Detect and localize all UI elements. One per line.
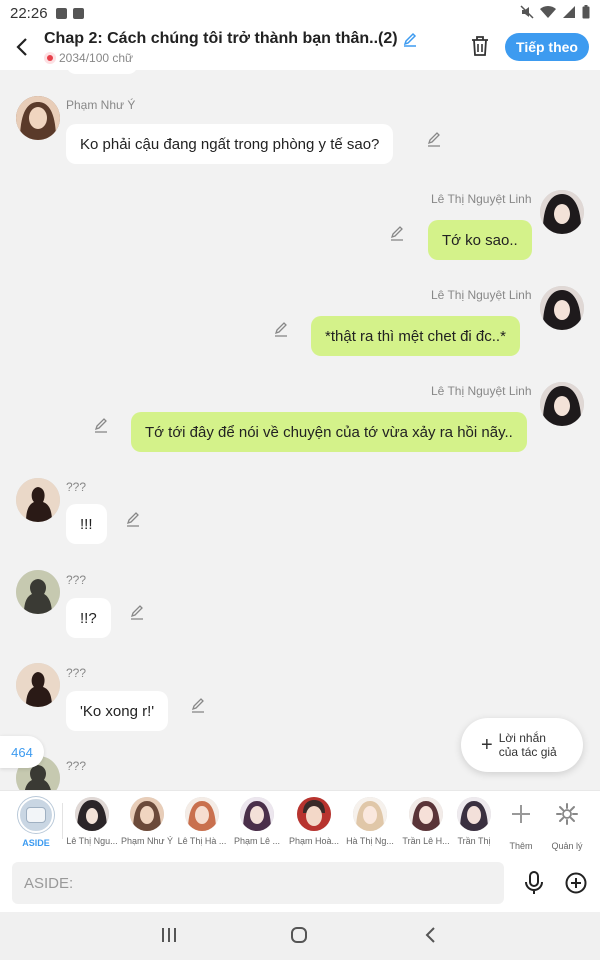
character-label: Phạm Hoà... xyxy=(288,836,340,846)
sender-name: Phạm Như Ý xyxy=(66,98,136,112)
character-item[interactable]: Hà Thị Ng... xyxy=(342,797,398,846)
chat-area[interactable]: Phạm Như Ý Ko phải cậu đang ngất trong p… xyxy=(0,70,600,790)
message-bubble[interactable]: 'Ko xong r!' xyxy=(66,691,169,731)
character-item[interactable]: Trần Thị xyxy=(446,797,502,846)
status-icons xyxy=(520,5,590,19)
battery-icon xyxy=(582,5,590,19)
wifi-icon xyxy=(540,5,556,19)
sender-name: Lê Thị Nguyệt Linh xyxy=(431,288,532,302)
author-note-line2: của tác giả xyxy=(498,745,557,759)
character-item[interactable]: Lê Thị Ngu... xyxy=(64,797,120,846)
message-bubble[interactable]: !!! xyxy=(66,504,107,544)
character-avatar xyxy=(185,797,219,831)
character-item[interactable]: Phạm Như Ý xyxy=(119,797,175,846)
avatar[interactable] xyxy=(16,96,60,140)
plus-icon xyxy=(512,805,530,823)
next-button[interactable]: Tiếp theo xyxy=(505,33,589,61)
home-icon[interactable] xyxy=(290,926,308,944)
back-icon[interactable] xyxy=(12,36,34,58)
gear-icon xyxy=(556,803,578,825)
word-count: 2034/100 chữ xyxy=(44,51,418,65)
character-label: Lê Thị Hà ... xyxy=(177,836,227,846)
character-item[interactable]: Lê Thị Hà ... xyxy=(174,797,230,846)
character-label: Trần Thị xyxy=(457,836,491,846)
character-label: Hà Thị Ng... xyxy=(346,836,394,846)
aside-icon xyxy=(18,797,54,833)
message-input[interactable]: ASIDE: xyxy=(12,862,504,904)
author-note-line1: Lời nhắn xyxy=(498,731,546,745)
back-nav-icon[interactable] xyxy=(424,926,438,944)
avatar[interactable] xyxy=(540,190,584,234)
status-bar: 22:26 xyxy=(0,0,600,26)
character-avatar xyxy=(240,797,274,831)
system-nav-bar xyxy=(0,912,600,960)
divider xyxy=(62,803,63,839)
mute-icon xyxy=(520,5,534,19)
character-avatar xyxy=(130,797,164,831)
character-label: Phạm Lê ... xyxy=(233,836,281,846)
message-bubble[interactable]: !!? xyxy=(66,598,111,638)
character-avatar xyxy=(457,797,491,831)
chapter-title[interactable]: Chap 2: Cách chúng tôi trở thành bạn thâ… xyxy=(44,30,418,48)
sender-name: ??? xyxy=(66,759,87,773)
sender-name: ??? xyxy=(66,666,87,680)
avatar[interactable] xyxy=(16,478,60,522)
edit-message-icon[interactable] xyxy=(125,512,141,528)
plus-icon: + xyxy=(481,734,493,756)
character-item[interactable]: Phạm Lê ... xyxy=(229,797,285,846)
character-bar: ASIDE Lê Thị Ngu... Phạm Như Ý Lê Thị Hà… xyxy=(0,790,600,854)
status-time: 22:26 xyxy=(10,4,48,22)
recent-apps-icon[interactable] xyxy=(160,926,178,944)
message-bubble[interactable]: Tớ tới đây để nói về chuyện của tớ vừa x… xyxy=(131,412,527,452)
character-avatar xyxy=(297,797,331,831)
character-label: Phạm Như Ý xyxy=(120,836,174,846)
sender-name: Lê Thị Nguyệt Linh xyxy=(431,384,532,398)
message-bubble[interactable]: Ko phải cậu đang ngất trong phòng y tế s… xyxy=(66,124,394,164)
notification-icon xyxy=(72,7,84,19)
sender-name: ??? xyxy=(66,480,87,494)
character-label: Lê Thị Ngu... xyxy=(66,836,118,846)
avatar[interactable] xyxy=(16,663,60,707)
character-avatar xyxy=(75,797,109,831)
edit-message-icon[interactable] xyxy=(426,132,442,148)
edit-message-icon[interactable] xyxy=(129,605,145,621)
character-item[interactable]: Phạm Hoà... xyxy=(286,797,342,846)
trash-icon[interactable] xyxy=(470,35,490,57)
author-note-button[interactable]: + Lời nhắn của tác giả xyxy=(461,718,583,772)
previous-bubble-fragment xyxy=(66,70,138,74)
manage-label: Quản lý xyxy=(551,841,583,851)
more-button[interactable]: Thêm xyxy=(496,797,546,851)
character-avatar xyxy=(353,797,387,831)
sender-name: Lê Thị Nguyệt Linh xyxy=(431,192,532,206)
character-avatar xyxy=(409,797,443,831)
avatar[interactable] xyxy=(540,382,584,426)
sender-name: ??? xyxy=(66,573,87,587)
signal-icon xyxy=(563,6,575,18)
character-aside[interactable]: ASIDE xyxy=(8,797,64,848)
character-label: ASIDE xyxy=(22,838,50,848)
status-dot xyxy=(47,55,53,61)
input-bar: ASIDE: xyxy=(0,854,600,912)
edit-title-icon[interactable] xyxy=(402,31,418,47)
avatar[interactable] xyxy=(16,570,60,614)
gallery-icon xyxy=(55,7,67,19)
message-bubble[interactable]: Tớ ko sao.. xyxy=(428,220,532,260)
message-bubble[interactable]: *thật ra thì mệt chet đi đc..* xyxy=(311,316,520,356)
avatar[interactable] xyxy=(540,286,584,330)
edit-message-icon[interactable] xyxy=(190,698,206,714)
edit-message-icon[interactable] xyxy=(93,418,109,434)
chapter-title-text: Chap 2: Cách chúng tôi trở thành bạn thâ… xyxy=(44,30,398,47)
edit-message-icon[interactable] xyxy=(273,322,289,338)
header: Chap 2: Cách chúng tôi trở thành bạn thâ… xyxy=(0,26,600,70)
more-label: Thêm xyxy=(509,841,533,851)
edit-message-icon[interactable] xyxy=(389,226,405,242)
add-circle-icon[interactable] xyxy=(565,872,587,894)
word-count-text: 2034/100 chữ xyxy=(59,51,134,65)
message-count-badge[interactable]: 464 xyxy=(0,736,44,768)
title-area[interactable]: Chap 2: Cách chúng tôi trở thành bạn thâ… xyxy=(44,30,418,65)
microphone-icon[interactable] xyxy=(524,871,544,895)
manage-button[interactable]: Quản lý xyxy=(542,797,592,851)
